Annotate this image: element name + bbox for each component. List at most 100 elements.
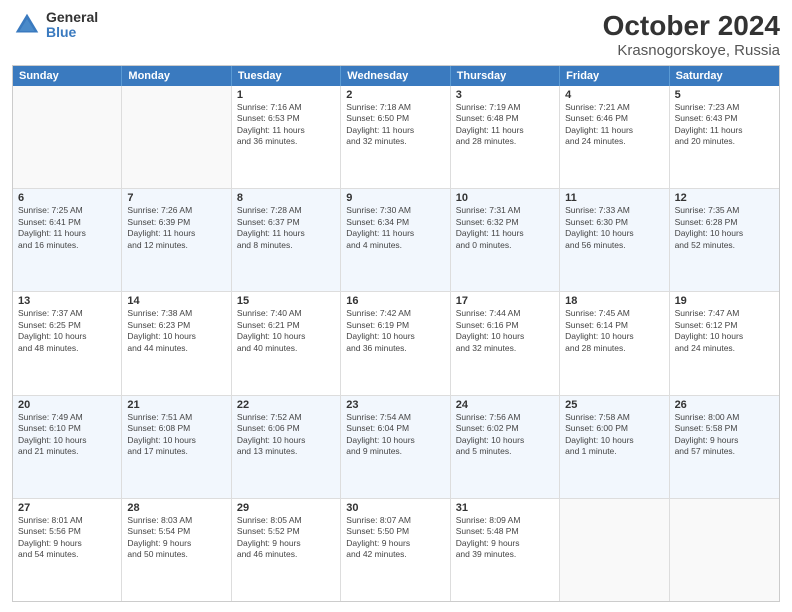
calendar-week-row: 6Sunrise: 7:25 AMSunset: 6:41 PMDaylight… [13,189,779,292]
logo-text: General Blue [46,10,98,41]
day-info: Sunrise: 7:45 AMSunset: 6:14 PMDaylight:… [565,308,663,354]
calendar-header-day: Sunday [13,66,122,86]
calendar-week-row: 27Sunrise: 8:01 AMSunset: 5:56 PMDayligh… [13,499,779,601]
calendar-cell: 21Sunrise: 7:51 AMSunset: 6:08 PMDayligh… [122,396,231,498]
calendar-cell: 13Sunrise: 7:37 AMSunset: 6:25 PMDayligh… [13,292,122,394]
day-info: Sunrise: 7:21 AMSunset: 6:46 PMDaylight:… [565,102,663,148]
day-info: Sunrise: 7:52 AMSunset: 6:06 PMDaylight:… [237,412,335,458]
day-info: Sunrise: 7:19 AMSunset: 6:48 PMDaylight:… [456,102,554,148]
day-number: 17 [456,295,554,307]
calendar-cell: 27Sunrise: 8:01 AMSunset: 5:56 PMDayligh… [13,499,122,601]
calendar-cell: 29Sunrise: 8:05 AMSunset: 5:52 PMDayligh… [232,499,341,601]
day-number: 14 [127,295,225,307]
day-info: Sunrise: 7:18 AMSunset: 6:50 PMDaylight:… [346,102,444,148]
day-info: Sunrise: 7:26 AMSunset: 6:39 PMDaylight:… [127,205,225,251]
day-number: 11 [565,192,663,204]
day-number: 3 [456,89,554,101]
day-info: Sunrise: 7:51 AMSunset: 6:08 PMDaylight:… [127,412,225,458]
calendar-header: SundayMondayTuesdayWednesdayThursdayFrid… [13,66,779,86]
logo-blue-label: Blue [46,25,98,40]
day-info: Sunrise: 8:07 AMSunset: 5:50 PMDaylight:… [346,515,444,561]
calendar-cell: 12Sunrise: 7:35 AMSunset: 6:28 PMDayligh… [670,189,779,291]
day-number: 22 [237,399,335,411]
day-number: 28 [127,502,225,514]
day-number: 6 [18,192,116,204]
day-number: 20 [18,399,116,411]
calendar-cell: 2Sunrise: 7:18 AMSunset: 6:50 PMDaylight… [341,86,450,188]
calendar-cell: 16Sunrise: 7:42 AMSunset: 6:19 PMDayligh… [341,292,450,394]
day-number: 31 [456,502,554,514]
calendar-cell: 15Sunrise: 7:40 AMSunset: 6:21 PMDayligh… [232,292,341,394]
day-info: Sunrise: 7:33 AMSunset: 6:30 PMDaylight:… [565,205,663,251]
day-number: 7 [127,192,225,204]
day-info: Sunrise: 7:25 AMSunset: 6:41 PMDaylight:… [18,205,116,251]
day-info: Sunrise: 7:37 AMSunset: 6:25 PMDaylight:… [18,308,116,354]
calendar-cell: 4Sunrise: 7:21 AMSunset: 6:46 PMDaylight… [560,86,669,188]
calendar-week-row: 1Sunrise: 7:16 AMSunset: 6:53 PMDaylight… [13,86,779,189]
calendar-cell: 17Sunrise: 7:44 AMSunset: 6:16 PMDayligh… [451,292,560,394]
day-info: Sunrise: 7:16 AMSunset: 6:53 PMDaylight:… [237,102,335,148]
day-number: 5 [675,89,774,101]
title-block: October 2024 Krasnogorskoye, Russia [603,10,780,59]
calendar-week-row: 20Sunrise: 7:49 AMSunset: 6:10 PMDayligh… [13,396,779,499]
calendar-cell: 30Sunrise: 8:07 AMSunset: 5:50 PMDayligh… [341,499,450,601]
calendar-week-row: 13Sunrise: 7:37 AMSunset: 6:25 PMDayligh… [13,292,779,395]
calendar-header-day: Monday [122,66,231,86]
day-number: 10 [456,192,554,204]
calendar-header-day: Tuesday [232,66,341,86]
calendar-header-day: Wednesday [341,66,450,86]
calendar-header-day: Thursday [451,66,560,86]
day-number: 1 [237,89,335,101]
calendar-cell: 28Sunrise: 8:03 AMSunset: 5:54 PMDayligh… [122,499,231,601]
calendar-cell: 24Sunrise: 7:56 AMSunset: 6:02 PMDayligh… [451,396,560,498]
calendar-cell-empty [122,86,231,188]
day-number: 8 [237,192,335,204]
calendar-cell-empty [670,499,779,601]
day-info: Sunrise: 7:49 AMSunset: 6:10 PMDaylight:… [18,412,116,458]
day-info: Sunrise: 7:56 AMSunset: 6:02 PMDaylight:… [456,412,554,458]
day-info: Sunrise: 7:42 AMSunset: 6:19 PMDaylight:… [346,308,444,354]
day-info: Sunrise: 7:31 AMSunset: 6:32 PMDaylight:… [456,205,554,251]
day-info: Sunrise: 8:00 AMSunset: 5:58 PMDaylight:… [675,412,774,458]
calendar-cell: 20Sunrise: 7:49 AMSunset: 6:10 PMDayligh… [13,396,122,498]
page: General Blue October 2024 Krasnogorskoye… [0,0,792,612]
day-number: 13 [18,295,116,307]
calendar-cell: 22Sunrise: 7:52 AMSunset: 6:06 PMDayligh… [232,396,341,498]
calendar-cell: 5Sunrise: 7:23 AMSunset: 6:43 PMDaylight… [670,86,779,188]
calendar-body: 1Sunrise: 7:16 AMSunset: 6:53 PMDaylight… [13,86,779,601]
day-number: 27 [18,502,116,514]
calendar-cell: 19Sunrise: 7:47 AMSunset: 6:12 PMDayligh… [670,292,779,394]
day-number: 18 [565,295,663,307]
day-number: 21 [127,399,225,411]
day-number: 19 [675,295,774,307]
logo-general-label: General [46,10,98,25]
day-number: 16 [346,295,444,307]
day-number: 15 [237,295,335,307]
calendar-cell: 9Sunrise: 7:30 AMSunset: 6:34 PMDaylight… [341,189,450,291]
subtitle: Krasnogorskoye, Russia [603,42,780,59]
calendar-cell: 26Sunrise: 8:00 AMSunset: 5:58 PMDayligh… [670,396,779,498]
day-info: Sunrise: 7:44 AMSunset: 6:16 PMDaylight:… [456,308,554,354]
day-info: Sunrise: 7:35 AMSunset: 6:28 PMDaylight:… [675,205,774,251]
calendar-cell: 7Sunrise: 7:26 AMSunset: 6:39 PMDaylight… [122,189,231,291]
calendar-cell: 25Sunrise: 7:58 AMSunset: 6:00 PMDayligh… [560,396,669,498]
calendar-cell: 18Sunrise: 7:45 AMSunset: 6:14 PMDayligh… [560,292,669,394]
calendar-cell: 1Sunrise: 7:16 AMSunset: 6:53 PMDaylight… [232,86,341,188]
day-number: 24 [456,399,554,411]
day-info: Sunrise: 7:40 AMSunset: 6:21 PMDaylight:… [237,308,335,354]
day-number: 29 [237,502,335,514]
day-number: 12 [675,192,774,204]
calendar-cell-empty [560,499,669,601]
day-info: Sunrise: 8:05 AMSunset: 5:52 PMDaylight:… [237,515,335,561]
day-number: 26 [675,399,774,411]
day-info: Sunrise: 8:01 AMSunset: 5:56 PMDaylight:… [18,515,116,561]
day-info: Sunrise: 7:47 AMSunset: 6:12 PMDaylight:… [675,308,774,354]
day-number: 9 [346,192,444,204]
day-number: 25 [565,399,663,411]
day-info: Sunrise: 7:23 AMSunset: 6:43 PMDaylight:… [675,102,774,148]
day-info: Sunrise: 7:30 AMSunset: 6:34 PMDaylight:… [346,205,444,251]
logo-icon [12,10,42,40]
calendar-cell: 8Sunrise: 7:28 AMSunset: 6:37 PMDaylight… [232,189,341,291]
logo: General Blue [12,10,98,41]
header: General Blue October 2024 Krasnogorskoye… [12,10,780,59]
